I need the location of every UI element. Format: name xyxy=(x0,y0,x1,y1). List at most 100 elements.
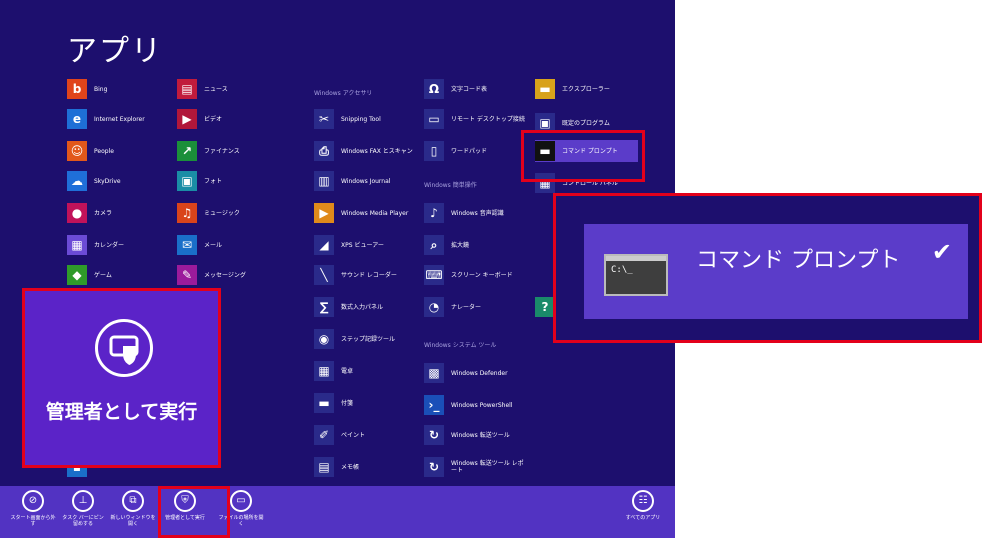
app-tile-xps[interactable]: ◢ XPS ビューアー xyxy=(314,234,384,256)
group-system-tools: Windows システム ツール xyxy=(424,342,497,349)
command-prompt-label: コマンド プロンプト xyxy=(696,248,901,273)
internet-explorer-icon: e xyxy=(67,109,87,129)
remote-desktop-icon: ▭ xyxy=(424,109,444,129)
group-accessories: Windows アクセサリ xyxy=(314,90,373,97)
app-tile-narrator[interactable]: ◔ ナレーター xyxy=(424,296,481,318)
paint-icon: ✐ xyxy=(314,425,334,445)
magnifier-icon: ⌕ xyxy=(424,235,444,255)
app-bar: ⊘ スタート画面から外す ⊥ タスク バーにピン留めする ⧉ 新しいウィンドウを開く … xyxy=(0,486,675,538)
app-tile-paint[interactable]: ✐ ペイント xyxy=(314,424,365,446)
app-tile-sound[interactable]: ╲ サウンド レコーダー xyxy=(314,264,397,286)
command-prompt-callout: C:\_ コマンド プロンプト ✔ xyxy=(553,193,982,343)
headphones-icon: ♫ xyxy=(177,203,197,223)
app-tile-sticky[interactable]: ▬ 付箋 xyxy=(314,392,353,414)
people-icon: ☺ xyxy=(67,141,87,161)
keyboard-icon: ⌨ xyxy=(424,265,444,285)
shield-icon xyxy=(95,319,153,377)
app-tile-news[interactable]: ▤ ニュース xyxy=(177,78,228,100)
games-icon: ◆ xyxy=(67,265,87,285)
microphone-icon: ╲ xyxy=(314,265,334,285)
microphone-icon: ♪ xyxy=(424,203,444,223)
all-apps-button[interactable]: ☷ すべてのアプリ xyxy=(620,490,666,521)
group-ease-of-access: Windows 簡単操作 xyxy=(424,182,477,189)
app-tile-notepad[interactable]: ▤ メモ帳 xyxy=(314,456,359,478)
app-tile-games[interactable]: ◆ ゲーム xyxy=(67,264,112,286)
terminal-icon: C:\_ xyxy=(604,254,668,296)
new-window-icon: ⧉ xyxy=(122,490,144,512)
calculator-icon: ▦ xyxy=(314,361,334,381)
page-title: アプリ xyxy=(67,34,163,69)
math-input-icon: ∑ xyxy=(314,297,334,317)
app-tile-osk[interactable]: ⌨ スクリーン キーボード xyxy=(424,264,513,286)
scissors-icon: ✂ xyxy=(314,109,334,129)
app-tile-calc[interactable]: ▦ 電卓 xyxy=(314,360,353,382)
app-tile-steps[interactable]: ◉ ステップ記録ツール xyxy=(314,328,395,350)
folder-icon: ▬ xyxy=(535,79,555,99)
transfer-icon: ↻ xyxy=(424,425,444,445)
app-tile-calendar[interactable]: ▦ カレンダー xyxy=(67,234,124,256)
finance-icon: ↗ xyxy=(177,141,197,161)
app-tile-ie[interactable]: e Internet Explorer xyxy=(67,108,145,130)
photos-icon: ▣ xyxy=(177,171,197,191)
app-tile-charmap[interactable]: Ω 文字コード表 xyxy=(424,78,487,100)
app-tile-help[interactable]: ? xyxy=(535,296,555,318)
app-tile-magnifier[interactable]: ⌕ 拡大鏡 xyxy=(424,234,469,256)
unpin-start-button[interactable]: ⊘ スタート画面から外す xyxy=(10,490,56,527)
app-tile-messaging[interactable]: ✎ メッセージング xyxy=(177,264,246,286)
all-apps-icon: ☷ xyxy=(632,490,654,512)
app-tile-transfer[interactable]: ↻ Windows 転送ツール xyxy=(424,424,510,446)
app-tile-finance[interactable]: ↗ ファイナンス xyxy=(177,140,240,162)
news-icon: ▤ xyxy=(177,79,197,99)
command-prompt-selected-tile: C:\_ コマンド プロンプト ✔ xyxy=(584,224,968,319)
calendar-icon: ▦ xyxy=(67,235,87,255)
mail-icon: ✉ xyxy=(177,235,197,255)
pin-taskbar-button[interactable]: ⊥ タスク バーにピン留めする xyxy=(60,490,106,527)
fax-icon: ⎙ xyxy=(314,141,334,161)
app-tile-journal[interactable]: ▥ Windows Journal xyxy=(314,170,390,192)
app-tile-skydrive[interactable]: ☁ SkyDrive xyxy=(67,170,121,192)
app-tile-transfer-report[interactable]: ↻ Windows 転送ツール レポート xyxy=(424,456,529,478)
transfer-report-icon: ↻ xyxy=(424,457,444,477)
folder-icon: ▭ xyxy=(230,490,252,512)
run-as-admin-label: 管理者として実行 xyxy=(45,401,198,423)
unpin-icon: ⊘ xyxy=(22,490,44,512)
narrator-icon: ◔ xyxy=(424,297,444,317)
app-tile-people[interactable]: ☺ People xyxy=(67,140,114,162)
app-tile-mail[interactable]: ✉ メール xyxy=(177,234,222,256)
media-player-icon: ▶ xyxy=(314,203,334,223)
journal-icon: ▥ xyxy=(314,171,334,191)
cmd-highlight-box xyxy=(521,130,645,182)
run-as-admin-callout: 管理者として実行 xyxy=(22,288,221,468)
app-tile-fax[interactable]: ⎙ Windows FAX とスキャン xyxy=(314,140,413,162)
app-tile-speech[interactable]: ♪ Windows 音声認識 xyxy=(424,202,504,224)
character-map-icon: Ω xyxy=(424,79,444,99)
app-tile-snipping[interactable]: ✂ Snipping Tool xyxy=(314,108,381,130)
cloud-icon: ☁ xyxy=(67,171,87,191)
app-tile-rdp[interactable]: ▭ リモート デスクトップ接続 xyxy=(424,108,525,130)
new-window-button[interactable]: ⧉ 新しいウィンドウを開く xyxy=(110,490,156,527)
app-tile-wordpad[interactable]: ▯ ワードパッド xyxy=(424,140,487,162)
defender-icon: ▩ xyxy=(424,363,444,383)
messaging-icon: ✎ xyxy=(177,265,197,285)
app-tile-explorer[interactable]: ▬ エクスプローラー xyxy=(535,78,610,100)
app-tile-music[interactable]: ♫ ミュージック xyxy=(177,202,240,224)
admin-button-highlight-box xyxy=(158,486,230,538)
app-tile-math[interactable]: ∑ 数式入力パネル xyxy=(314,296,383,318)
bing-icon: b xyxy=(67,79,87,99)
camera-icon: ● xyxy=(67,203,87,223)
steps-recorder-icon: ◉ xyxy=(314,329,334,349)
app-tile-powershell[interactable]: ›_ Windows PowerShell xyxy=(424,394,512,416)
app-tile-photos[interactable]: ▣ フォト xyxy=(177,170,222,192)
wordpad-icon: ▯ xyxy=(424,141,444,161)
app-tile-bing[interactable]: b Bing xyxy=(67,78,107,100)
powershell-icon: ›_ xyxy=(424,395,444,415)
app-tile-mediaplayer[interactable]: ▶ Windows Media Player xyxy=(314,202,408,224)
app-tile-video[interactable]: ▶ ビデオ xyxy=(177,108,222,130)
notepad-icon: ▤ xyxy=(314,457,334,477)
help-icon: ? xyxy=(535,297,555,317)
xps-icon: ◢ xyxy=(314,235,334,255)
app-tile-camera[interactable]: ● カメラ xyxy=(67,202,112,224)
pin-taskbar-icon: ⊥ xyxy=(72,490,94,512)
checkmark-icon: ✔ xyxy=(931,238,952,266)
app-tile-defender[interactable]: ▩ Windows Defender xyxy=(424,362,508,384)
